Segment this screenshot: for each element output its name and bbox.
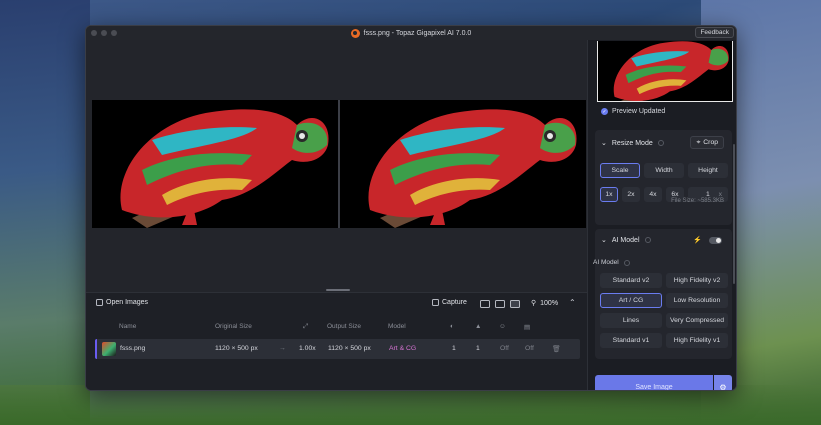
scale-2x-option[interactable]: 2x — [622, 187, 640, 202]
chameleon-original-image — [120, 109, 329, 228]
resize-arrows-icon: ⤢ — [303, 323, 309, 330]
file-size-label: File Size: ~585.3KB — [671, 198, 724, 204]
save-image-button[interactable]: Save Image — [595, 375, 713, 390]
custom-scale-unit: x — [718, 191, 722, 198]
model-standard-v2[interactable]: Standard v2 — [600, 273, 662, 288]
trash-icon[interactable]: 🗑 — [552, 345, 561, 353]
ai-model-section: ⌄ AI Model ⚡ AI Model Standard v2 High F… — [593, 229, 732, 359]
open-images-label: Open Images — [106, 299, 149, 306]
navigator-thumbnail-image — [598, 41, 732, 101]
zoom-window-button[interactable] — [111, 30, 117, 36]
model-art-cg[interactable]: Art / CG — [600, 293, 662, 308]
ai-model-subtitle: AI Model — [593, 259, 630, 266]
header-model: Model — [388, 323, 406, 330]
text-enhance-value: Off — [525, 345, 534, 352]
model-high-fidelity-v2[interactable]: High Fidelity v2 — [666, 273, 728, 288]
image-viewer[interactable] — [86, 40, 587, 292]
arrow-right-icon: → — [279, 345, 286, 352]
face-recovery-icon: ☺ — [499, 323, 506, 330]
model-standard-v1[interactable]: Standard v1 — [600, 333, 662, 348]
window-title: fsss.png - Topaz Gigapixel AI 7.0.0 — [350, 28, 472, 38]
face-recovery-value: Off — [500, 345, 509, 352]
output-size-value: 1120 × 500 px — [328, 345, 371, 352]
bolt-icon: ⚡ — [693, 237, 702, 244]
file-name: fsss.png — [120, 345, 146, 352]
resize-mode-header[interactable]: ⌄ Resize Mode — [601, 139, 664, 147]
model-high-fidelity-v1[interactable]: High Fidelity v1 — [666, 333, 728, 348]
window-controls — [91, 30, 117, 36]
ai-model-header[interactable]: ⌄ AI Model — [601, 236, 651, 244]
close-window-button[interactable] — [91, 30, 97, 36]
header-name: Name — [119, 323, 137, 330]
header-original-size: Original Size — [215, 323, 252, 330]
header-output-size: Output Size — [327, 323, 361, 330]
crop-button[interactable]: ⌖ Crop — [690, 136, 724, 149]
preview-status: ✓ Preview Updated — [601, 108, 665, 115]
table-row[interactable]: fsss.png 1120 × 500 px → 1.00x 1120 × 50… — [95, 339, 580, 359]
panel-resize-handle[interactable] — [326, 289, 350, 291]
settings-sidebar: ✓ Preview Updated ⌄ Resize Mode ⌖ Crop S… — [587, 40, 736, 390]
side-by-side-view-icon[interactable] — [510, 300, 520, 308]
tab-width[interactable]: Width — [644, 163, 684, 178]
text-enhance-icon: ▤ — [524, 324, 531, 331]
crop-label: Crop — [703, 139, 718, 146]
info-icon[interactable] — [657, 140, 664, 146]
scale-value: 1.00x — [299, 345, 316, 352]
capture-label: Capture — [442, 299, 467, 306]
navigator-preview[interactable] — [597, 41, 733, 102]
capture-icon — [432, 299, 439, 306]
model-lines[interactable]: Lines — [600, 313, 662, 328]
open-images-button[interactable]: Open Images — [96, 299, 148, 306]
desktop-wallpaper-left — [0, 0, 90, 425]
split-view-icon[interactable] — [495, 300, 505, 308]
ai-model-toggle[interactable] — [709, 237, 722, 244]
chameleon-preview-image — [368, 109, 577, 228]
ai-model-title: AI Model — [611, 236, 640, 244]
zoom-control[interactable]: ⚲ 100% — [531, 299, 559, 308]
sidebar-scrollbar[interactable] — [733, 144, 735, 284]
ai-model-subtitle-text: AI Model — [593, 259, 619, 266]
window-title-text: fsss.png - Topaz Gigapixel AI 7.0.0 — [363, 29, 472, 37]
zoom-value: 100% — [540, 299, 559, 307]
preview-status-text: Preview Updated — [612, 108, 666, 115]
app-window: fsss.png - Topaz Gigapixel AI 7.0.0 Feed… — [85, 25, 737, 391]
model-very-compressed[interactable]: Very Compressed — [666, 313, 728, 328]
capture-button[interactable]: Capture — [432, 299, 467, 306]
check-icon: ✓ — [601, 108, 608, 115]
single-view-icon[interactable] — [480, 300, 490, 308]
info-icon[interactable] — [623, 259, 630, 266]
sharpen-value: 1 — [476, 345, 480, 352]
model-low-resolution[interactable]: Low Resolution — [666, 293, 728, 308]
zoom-search-icon: ⚲ — [531, 300, 537, 307]
title-bar: fsss.png - Topaz Gigapixel AI 7.0.0 Feed… — [86, 26, 736, 40]
chevron-down-icon: ⌄ — [601, 140, 607, 147]
feedback-button[interactable]: Feedback — [695, 27, 734, 38]
resize-mode-title: Resize Mode — [611, 139, 653, 147]
tab-scale[interactable]: Scale — [600, 163, 640, 178]
original-image-pane[interactable] — [92, 100, 338, 228]
original-size-value: 1120 × 500 px — [215, 345, 258, 352]
file-panel: Open Images Capture ⚲ 100% ⌃ Name Origin… — [86, 292, 587, 390]
crop-icon: ⌖ — [696, 138, 701, 146]
denoise-icon: ◐ — [450, 323, 454, 330]
topaz-logo-icon — [350, 28, 360, 38]
tab-height[interactable]: Height — [688, 163, 728, 178]
chevron-down-icon: ⌄ — [601, 237, 607, 244]
minimize-window-button[interactable] — [101, 30, 107, 36]
scale-4x-option[interactable]: 4x — [644, 187, 662, 202]
custom-scale-value: 1 — [706, 191, 710, 198]
folder-icon — [96, 299, 103, 306]
export-settings-icon[interactable]: ⚙ — [714, 375, 732, 390]
denoise-value: 1 — [452, 345, 456, 352]
sharpen-icon: ▲ — [475, 323, 482, 330]
desktop-wallpaper-bottom — [0, 385, 821, 425]
scale-1x-option[interactable]: 1x — [600, 187, 618, 202]
model-value: Art & CG — [389, 345, 417, 352]
file-thumbnail — [102, 342, 116, 356]
chevron-up-icon[interactable]: ⌃ — [569, 298, 576, 307]
info-icon[interactable] — [644, 237, 651, 243]
preview-image-pane[interactable] — [340, 100, 586, 228]
resize-mode-section: ⌄ Resize Mode ⌖ Crop Scale Width Height … — [595, 130, 732, 225]
